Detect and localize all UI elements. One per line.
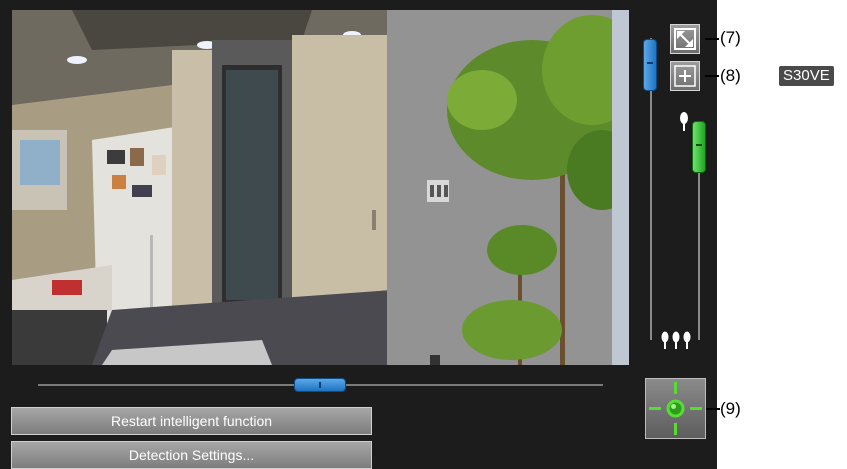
tilt-slider-thumb[interactable]	[643, 39, 657, 91]
plus-icon	[674, 65, 696, 87]
center-position-button[interactable]	[645, 378, 706, 439]
camera-video-feed[interactable]	[12, 10, 629, 365]
pan-slider-grip	[319, 382, 321, 388]
callout-leader-8	[705, 75, 719, 77]
camera-viewer-panel: Restart intelligent function Detection S…	[0, 0, 717, 469]
callout-leader-9	[706, 408, 720, 410]
callout-8: (8)	[720, 66, 741, 85]
restart-intelligent-function-button[interactable]: Restart intelligent function	[11, 407, 372, 435]
pan-slider-thumb[interactable]	[294, 378, 346, 392]
fullscreen-icon	[674, 28, 696, 50]
callout-7: (7)	[720, 28, 741, 47]
zoom-slider-grip	[696, 144, 702, 146]
fullscreen-button[interactable]	[670, 24, 700, 54]
tilt-slider-grip	[647, 62, 653, 64]
video-frame	[12, 10, 629, 365]
three-trees-icon	[661, 331, 691, 349]
detection-settings-button[interactable]: Detection Settings...	[11, 441, 372, 469]
callout-9: (9)	[720, 399, 741, 418]
zoom-slider-thumb[interactable]	[692, 121, 706, 173]
crosshair-icon	[649, 382, 702, 435]
callout-leader-7	[705, 38, 719, 40]
zoom-in-button[interactable]	[670, 61, 700, 91]
single-tree-icon	[680, 112, 688, 131]
model-badge: S30VE	[779, 66, 834, 86]
